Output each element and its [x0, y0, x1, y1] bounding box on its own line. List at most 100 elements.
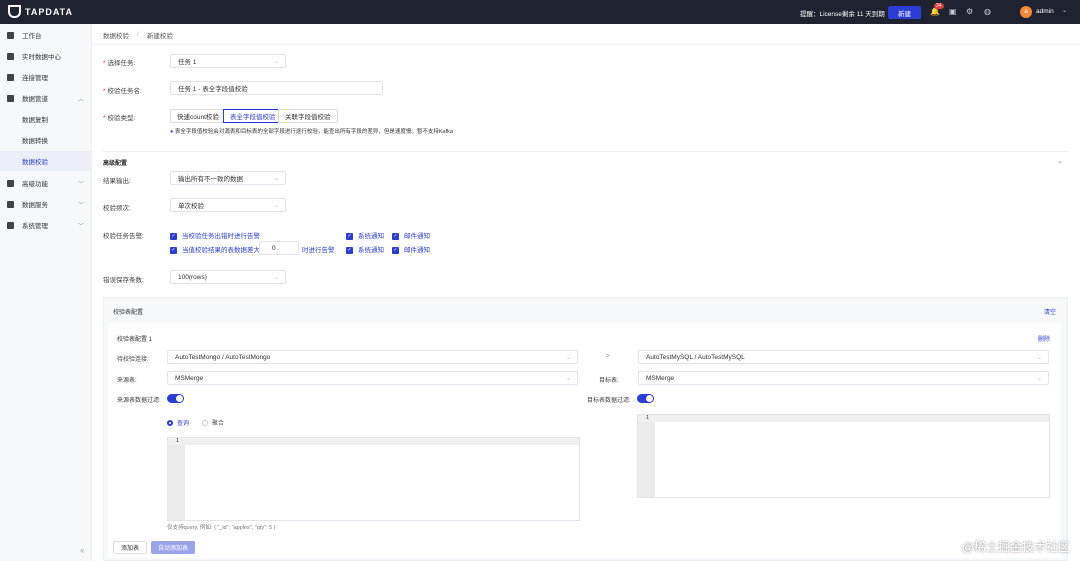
avatar[interactable]: a — [1020, 6, 1032, 18]
panel-title: 校验表配置 — [113, 310, 144, 316]
globe-icon[interactable]: ◍ — [984, 7, 991, 16]
source-filter-editor[interactable]: 1 — [167, 437, 580, 521]
logo[interactable]: TAPDATA — [8, 5, 73, 18]
system-notify-checkbox-2[interactable]: ✓ 系统通知 — [346, 244, 384, 254]
collapse-sidebar-icon[interactable]: « — [80, 546, 84, 555]
type-full-field[interactable]: 表全字段值校验 — [223, 109, 283, 123]
filter-hint: 仅支持query, 例如: { "_id": "apples", "qty": … — [167, 525, 276, 531]
system-notify-checkbox[interactable]: ✓ 系统通知 — [346, 230, 384, 240]
auto-add-table-button[interactable]: 自动添加表 — [151, 541, 195, 554]
pipeline-icon — [7, 94, 14, 102]
divider — [103, 151, 1068, 152]
license-notice: 提醒：License剩余 11 天到期 — [800, 11, 885, 18]
diff-threshold-stepper[interactable]: 0 — [259, 241, 299, 255]
settings-icon[interactable]: ⚙ — [966, 7, 973, 16]
chevron-down-icon: ⌄ — [273, 202, 279, 209]
chevron-down-icon[interactable]: ⌄ — [1062, 7, 1067, 14]
frequency-label: 校验频次: — [103, 205, 131, 212]
alarm-suffix: 时进行告警 — [302, 247, 335, 254]
chevron-down-icon: ⌄ — [565, 375, 571, 382]
breadcrumb-item[interactable]: 数据校验 — [103, 30, 129, 40]
task-label: * 选择任务: — [103, 60, 136, 67]
target-table-select[interactable]: MSMerge ⌄ — [638, 371, 1049, 385]
sidebar-item-data-center[interactable]: 实时数据中心 — [0, 46, 92, 66]
arrow-right-icon: > — [606, 353, 611, 360]
sidebar-item-verification[interactable]: 数据校验 — [0, 151, 92, 171]
clear-button[interactable]: 清空 — [1044, 307, 1056, 316]
chevron-down-icon[interactable]: ⌄ — [1057, 157, 1063, 165]
sidebar-item-system[interactable]: 系统管理 ﹀ — [0, 215, 92, 235]
dashboard-icon — [7, 31, 14, 39]
top-header: TAPDATA 提醒：License剩余 11 天到期 新建 🔔 34 ▣ ⚙ … — [0, 0, 1080, 24]
target-filter-editor[interactable]: 1 — [637, 414, 1050, 498]
tapdata-logo-icon — [8, 5, 21, 18]
radio-aggregate[interactable]: 聚合 — [202, 418, 224, 427]
source-table-label: 来源表: — [117, 378, 137, 384]
frequency-select[interactable]: 单次校验 ⌄ — [170, 198, 286, 212]
source-filter-toggle[interactable] — [167, 394, 184, 403]
connection-label: 待校验连接: — [117, 357, 149, 363]
data-center-icon — [7, 52, 14, 60]
new-button[interactable]: 新建 — [888, 6, 921, 19]
services-icon — [7, 200, 14, 208]
type-label: * 校验类型: — [103, 115, 136, 122]
sidebar-item-data-services[interactable]: 数据服务 ﹀ — [0, 194, 92, 214]
chevron-down-icon: ﹀ — [77, 181, 84, 188]
chevron-up-icon: ︿ — [77, 96, 84, 103]
type-join-field[interactable]: 关联字段值校验 — [278, 109, 338, 123]
chevron-down-icon: ⌄ — [1036, 354, 1042, 361]
alarm-on-error-checkbox[interactable]: ✓ 当校验任务出错时进行告警 — [170, 230, 260, 240]
breadcrumb: 数据校验 / 新建校验 — [93, 25, 1080, 45]
advanced-icon — [7, 179, 14, 187]
add-table-button[interactable]: 添加表 — [113, 541, 147, 554]
notification-badge: 34 — [934, 3, 944, 9]
alarm-on-diff-checkbox[interactable]: ✓ 当值校验结果的表数据差大于 — [170, 244, 267, 254]
breadcrumb-separator: / — [137, 31, 139, 38]
calendar-icon[interactable]: ▣ — [949, 7, 957, 16]
output-label: 结果输出: — [103, 178, 131, 185]
system-icon — [7, 221, 14, 229]
advanced-title: 高级配置 — [103, 161, 128, 167]
chevron-down-icon: ⌄ — [273, 274, 279, 281]
radio-checked-icon — [167, 420, 173, 427]
source-connection-select[interactable]: AutoTestMongo / AutoTestMongo ⌄ — [167, 350, 578, 364]
sidebar-item-workbench[interactable]: 工作台 — [0, 25, 92, 45]
sidebar: 工作台 实时数据中心 连接管理 数据管道 ︿ 数据复制 数据转换 数据校验 高级功… — [0, 24, 92, 561]
delete-button[interactable]: 删除 — [1038, 334, 1050, 343]
errors-select[interactable]: 100(rows) ⌄ — [170, 270, 286, 284]
radio-query[interactable]: 查询 — [167, 418, 189, 427]
sidebar-item-advanced[interactable]: 高级功能 ﹀ — [0, 173, 92, 193]
sidebar-item-replication[interactable]: 数据复制 — [0, 109, 92, 129]
chevron-down-icon: ﹀ — [77, 202, 84, 209]
task-name-input[interactable]: 任务 1 - 表全字段值校验 — [170, 81, 383, 95]
chevron-down-icon: ⌄ — [273, 58, 279, 65]
chevron-down-icon: ⌄ — [273, 175, 279, 182]
watermark: @稀土掘金技术社区 — [961, 540, 1070, 554]
errors-label: 错误保存条数: — [103, 277, 144, 284]
alarm-label: 校验任务告警: — [103, 233, 144, 240]
mail-notify-checkbox[interactable]: ✓ 邮件通知 — [392, 230, 430, 240]
mail-notify-checkbox-2[interactable]: ✓ 邮件通知 — [392, 244, 430, 254]
card-title: 校验表配置 1 — [117, 337, 153, 343]
sidebar-item-connections[interactable]: 连接管理 — [0, 67, 92, 87]
user-name[interactable]: admin — [1036, 8, 1054, 15]
type-count[interactable]: 快速count校验 — [170, 109, 226, 123]
output-select[interactable]: 输出所有不一致的数据 ⌄ — [170, 171, 286, 185]
source-filter-label: 来源表数据过滤: — [117, 398, 161, 404]
chevron-down-icon: ⌄ — [565, 354, 571, 361]
sidebar-item-pipelines[interactable]: 数据管道 ︿ — [0, 88, 92, 108]
type-hint: ● 表全字段值校验会对源表和目标表的全部字段进行逐行校验，能查出所有字段的差异，… — [170, 129, 453, 135]
target-table-label: 目标表: — [599, 378, 619, 384]
source-table-select[interactable]: MSMerge ⌄ — [167, 371, 578, 385]
task-select[interactable]: 任务 1 ⌄ — [170, 54, 286, 68]
info-icon: ● — [170, 129, 174, 135]
target-connection-select[interactable]: AutoTestMySQL / AutoTestMySQL ⌄ — [638, 350, 1049, 364]
list-icon — [7, 73, 14, 81]
name-label: * 校验任务名: — [103, 88, 142, 95]
target-filter-toggle[interactable] — [637, 394, 654, 403]
chevron-down-icon: ﹀ — [77, 223, 84, 230]
radio-unchecked-icon — [202, 420, 208, 427]
target-filter-label: 目标表数据过滤: — [587, 398, 631, 404]
chevron-down-icon: ⌄ — [1036, 375, 1042, 382]
sidebar-item-transformation[interactable]: 数据转换 — [0, 130, 92, 150]
